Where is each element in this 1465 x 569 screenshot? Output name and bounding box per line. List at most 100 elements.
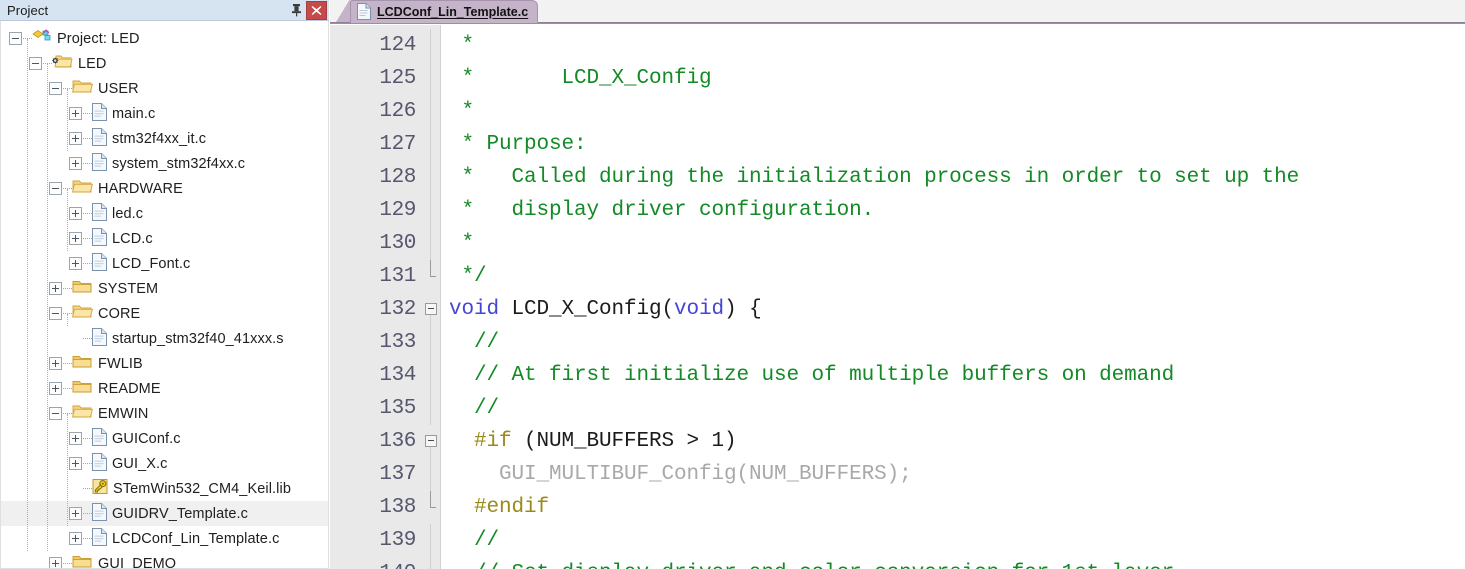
tree-expander-plus-icon[interactable] <box>49 357 62 370</box>
tree-expander-plus-icon[interactable] <box>69 532 82 545</box>
code-line[interactable]: * Purpose: <box>441 128 1465 161</box>
code-pane[interactable]: 124 125 126 127 128 129 130 131 132 133 134 135 136 1… <box>330 24 1465 569</box>
tree-item-readme[interactable]: README <box>1 376 328 401</box>
tree-expander-plus-icon[interactable] <box>69 132 82 145</box>
tree-expander-minus-icon[interactable] <box>29 57 42 70</box>
line-number: 127 <box>379 133 416 156</box>
code-text-area[interactable]: * * LCD_X_Config * * Purpose: * Called d… <box>440 25 1465 569</box>
line-number: 133 <box>379 331 416 354</box>
tree-guide-line <box>67 189 68 251</box>
code-line[interactable]: * display driver configuration. <box>441 194 1465 227</box>
line-number: 136 <box>379 430 416 453</box>
tree-item-label: HARDWARE <box>98 180 183 197</box>
tree-expander-plus-icon[interactable] <box>49 282 62 295</box>
tree-expander-plus-icon[interactable] <box>49 382 62 395</box>
c-file-icon <box>92 127 107 150</box>
tree-item-lcd-c[interactable]: LCD.c <box>1 226 328 251</box>
tree-item-main-c[interactable]: main.c <box>1 101 328 126</box>
tree-item-lcd-font-c[interactable]: LCD_Font.c <box>1 251 328 276</box>
c-file-icon <box>92 452 107 475</box>
code-line[interactable]: * LCD_X_Config <box>441 62 1465 95</box>
tree-item-guidrv-template-c[interactable]: GUIDRV_Template.c <box>1 501 328 526</box>
fold-cell[interactable] <box>422 425 440 458</box>
tree-item-led-c[interactable]: led.c <box>1 201 328 226</box>
tree-expander-plus-icon[interactable] <box>69 107 82 120</box>
tree-item-gui-demo[interactable]: GUI_DEMO <box>1 551 328 568</box>
tree-guide-line <box>67 314 68 326</box>
code-line[interactable]: * Called during the initialization proce… <box>441 161 1465 194</box>
tree-item-stm32f4xx-it-c[interactable]: stm32f4xx_it.c <box>1 126 328 151</box>
tree-expander-plus-icon[interactable] <box>49 557 62 568</box>
tree-item-startup-stm32f40-41xxx-s[interactable]: startup_stm32f40_41xxx.s <box>1 326 328 351</box>
tree-connector <box>83 462 92 465</box>
code-token: // <box>449 529 500 552</box>
code-line[interactable]: // At first initialize use of multiple b… <box>441 359 1465 392</box>
tree-expander-plus-icon[interactable] <box>69 207 82 220</box>
pin-icon[interactable] <box>288 2 304 19</box>
tree-item-project-led[interactable]: Project: LED <box>1 26 328 51</box>
code-line[interactable]: void LCD_X_Config(void) { <box>441 293 1465 326</box>
code-token: * <box>449 34 475 57</box>
tree-connector <box>83 212 92 215</box>
code-line[interactable]: * <box>441 95 1465 128</box>
tree-item-user[interactable]: USER <box>1 76 328 101</box>
code-line[interactable]: */ <box>441 260 1465 293</box>
fold-collapse-icon[interactable] <box>425 303 437 315</box>
line-number: 126 <box>379 100 416 123</box>
tree-expander-minus-icon[interactable] <box>9 32 22 45</box>
close-icon[interactable] <box>306 0 327 20</box>
tab-lcdconf-lin-template-c[interactable]: LCDConf_Lin_Template.c <box>350 0 539 23</box>
project-tree-container[interactable]: Project: LED LED USER main.c stm32f4xx_it.c s… <box>0 21 329 569</box>
tree-item-lcdconf-lin-template-c[interactable]: LCDConf_Lin_Template.c <box>1 526 328 551</box>
fold-end-marker <box>430 260 436 277</box>
tree-expander-plus-icon[interactable] <box>69 232 82 245</box>
code-line[interactable]: // <box>441 392 1465 425</box>
fold-margin[interactable] <box>422 25 440 569</box>
tab-label: LCDConf_Lin_Template.c <box>377 5 529 19</box>
tree-item-label: led.c <box>112 205 144 222</box>
code-line[interactable]: * <box>441 29 1465 62</box>
tree-item-fwlib[interactable]: FWLIB <box>1 351 328 376</box>
tree-item-stemwin532-cm4-keil-lib[interactable]: STemWin532_CM4_Keil.lib <box>1 476 328 501</box>
tree-item-system-stm32f4xx-c[interactable]: system_stm32f4xx.c <box>1 151 328 176</box>
tree-expander-plus-icon[interactable] <box>69 507 82 520</box>
fold-collapse-icon[interactable] <box>425 435 437 447</box>
code-token: void <box>449 298 500 321</box>
code-line[interactable]: // <box>441 326 1465 359</box>
code-token: // At first initialize use of multiple b… <box>449 364 1175 387</box>
tree-item-core[interactable]: CORE <box>1 301 328 326</box>
tree-connector <box>63 562 72 565</box>
tree-item-gui-x-c[interactable]: GUI_X.c <box>1 451 328 476</box>
tree-expander-minus-icon[interactable] <box>49 407 62 420</box>
tree-expander-plus-icon[interactable] <box>69 157 82 170</box>
code-line[interactable]: // <box>441 524 1465 557</box>
tree-item-label: main.c <box>112 105 156 122</box>
code-token: * LCD_X_Config <box>449 67 712 90</box>
c-file-icon <box>92 227 107 250</box>
tree-item-led[interactable]: LED <box>1 51 328 76</box>
code-line[interactable]: #endif <box>441 491 1465 524</box>
tree-connector <box>63 287 72 290</box>
tree-item-emwin[interactable]: EMWIN <box>1 401 328 426</box>
code-line[interactable]: #if (NUM_BUFFERS > 1) <box>441 425 1465 458</box>
tree-connector <box>63 387 72 390</box>
tree-expander-plus-icon[interactable] <box>69 432 82 445</box>
tree-expander-plus-icon[interactable] <box>69 457 82 470</box>
tree-expander-minus-icon[interactable] <box>49 82 62 95</box>
fold-cell[interactable] <box>422 293 440 326</box>
tree-item-hardware[interactable]: HARDWARE <box>1 176 328 201</box>
tree-expander-plus-icon[interactable] <box>69 257 82 270</box>
tree-expander-minus-icon[interactable] <box>49 307 62 320</box>
code-line[interactable]: * <box>441 227 1465 260</box>
tree-expander-minus-icon[interactable] <box>49 182 62 195</box>
tree-item-label: LCD_Font.c <box>112 255 191 272</box>
tree-item-system[interactable]: SYSTEM <box>1 276 328 301</box>
code-line[interactable]: // Set display driver and color conversi… <box>441 557 1465 569</box>
code-line[interactable]: GUI_MULTIBUF_Config(NUM_BUFFERS); <box>441 458 1465 491</box>
code-token: #if <box>449 430 512 453</box>
tree-item-guiconf-c[interactable]: GUIConf.c <box>1 426 328 451</box>
